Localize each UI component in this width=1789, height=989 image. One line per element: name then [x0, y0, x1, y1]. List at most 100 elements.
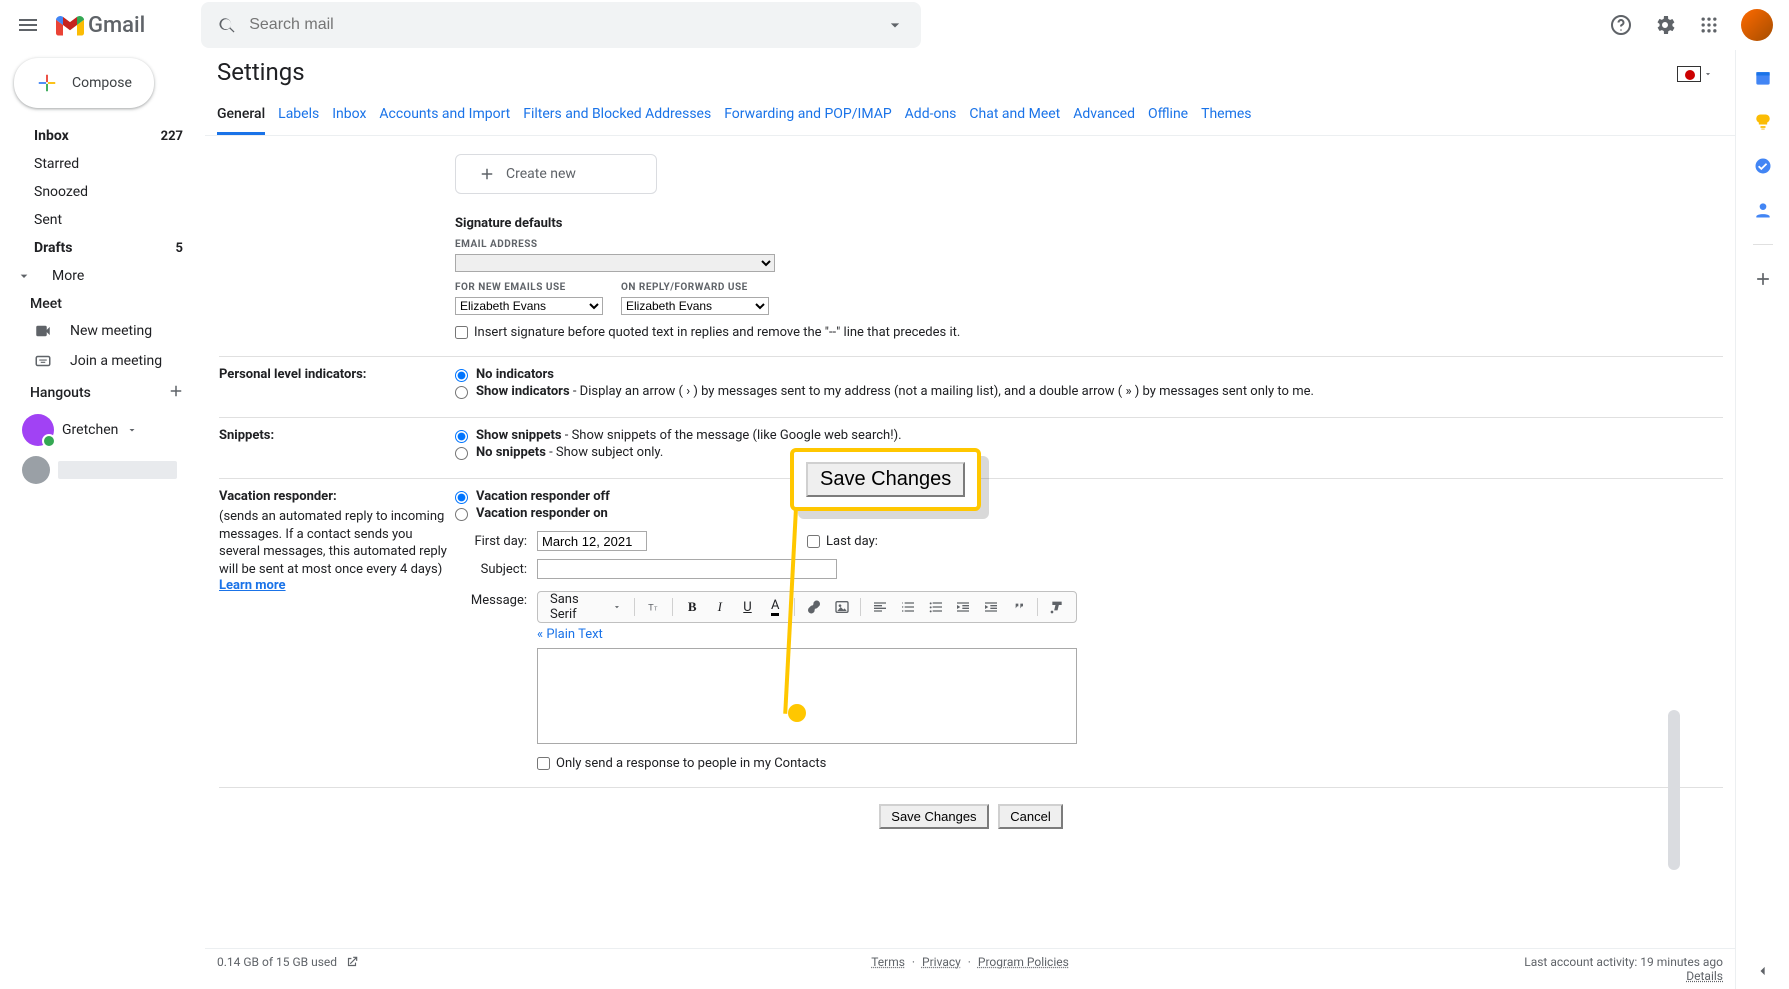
only-contacts-checkbox[interactable] [537, 757, 550, 770]
search-input[interactable] [249, 16, 873, 34]
open-in-new-icon[interactable] [345, 955, 359, 969]
text-color-icon[interactable]: A [762, 594, 788, 620]
folder-label: Drafts [34, 240, 72, 256]
tab-addons[interactable]: Add-ons [905, 98, 957, 135]
hangouts-username: Gretchen [62, 422, 118, 438]
hangouts-contact[interactable] [8, 452, 205, 488]
section-label: Hangouts [30, 385, 91, 401]
search-options-icon[interactable] [885, 15, 905, 35]
avatar-icon [22, 414, 54, 446]
calendar-icon[interactable] [1753, 68, 1773, 88]
settings-footer: 0.14 GB of 15 GB used Terms · Privacy · … [205, 948, 1735, 989]
align-icon[interactable] [867, 594, 893, 620]
sidebar-item-sent[interactable]: Sent [8, 206, 205, 234]
privacy-link[interactable]: Privacy [922, 955, 961, 969]
underline-icon[interactable]: U [735, 594, 761, 620]
last-day-checkbox[interactable] [807, 535, 820, 548]
reply-forward-select[interactable]: Elizabeth Evans [621, 297, 769, 315]
vacation-off-radio[interactable] [455, 491, 468, 504]
search-bar[interactable] [201, 2, 921, 48]
account-avatar[interactable] [1741, 9, 1773, 41]
snippets-no-radio[interactable] [455, 447, 468, 460]
folder-label: More [52, 268, 84, 284]
support-icon[interactable] [1609, 13, 1633, 37]
email-address-select[interactable] [455, 254, 775, 272]
link-icon[interactable] [801, 594, 827, 620]
section-label: Meet [30, 296, 62, 312]
bold-icon[interactable]: B [679, 594, 705, 620]
settings-scroll[interactable]: Create new Signature defaults EMAIL ADDR… [205, 136, 1735, 948]
tab-chat[interactable]: Chat and Meet [969, 98, 1060, 135]
gear-icon[interactable] [1653, 13, 1677, 37]
remove-formatting-icon[interactable] [1044, 594, 1070, 620]
indent-more-icon[interactable] [978, 594, 1004, 620]
radio-label: Vacation responder off [476, 489, 610, 504]
scrollbar[interactable] [1668, 510, 1680, 910]
vacation-message-body[interactable] [537, 648, 1077, 744]
gmail-logo[interactable]: Gmail [56, 13, 145, 38]
tab-inbox[interactable]: Inbox [332, 98, 366, 135]
settings-tabs: General Labels Inbox Accounts and Import… [205, 98, 1735, 136]
first-day-input[interactable] [537, 531, 647, 551]
font-size-icon[interactable]: TT [641, 594, 667, 620]
input-method-icon[interactable] [1673, 62, 1717, 86]
terms-link[interactable]: Terms [871, 955, 905, 969]
sidebar-item-join-meeting[interactable]: Join a meeting [8, 346, 205, 376]
sidebar-item-drafts[interactable]: Drafts 5 [8, 234, 205, 262]
hamburger-icon[interactable] [16, 13, 40, 37]
contacts-icon[interactable] [1753, 200, 1773, 220]
insert-before-quoted-checkbox[interactable] [455, 326, 468, 339]
signature-defaults-title: Signature defaults [455, 216, 1723, 231]
learn-more-link[interactable]: Learn more [219, 578, 286, 593]
indicators-none-radio[interactable] [455, 369, 468, 382]
keep-icon[interactable] [1753, 112, 1773, 132]
compose-button[interactable]: Compose [14, 58, 154, 108]
tab-advanced[interactable]: Advanced [1073, 98, 1135, 135]
apps-icon[interactable] [1697, 13, 1721, 37]
indicators-show-radio[interactable] [455, 386, 468, 399]
save-changes-button[interactable]: Save Changes [879, 804, 988, 829]
font-select[interactable]: Sans Serif [544, 592, 628, 622]
sidebar-item-inbox[interactable]: Inbox 227 [8, 122, 205, 150]
new-emails-select[interactable]: Elizabeth Evans [455, 297, 603, 315]
compose-label: Compose [72, 75, 132, 91]
image-icon[interactable] [829, 594, 855, 620]
tab-labels[interactable]: Labels [278, 98, 319, 135]
bullet-list-icon[interactable] [923, 594, 949, 620]
plus-icon [478, 165, 496, 183]
email-address-label: EMAIL ADDRESS [455, 239, 1723, 250]
get-addons-icon[interactable] [1753, 269, 1773, 289]
tab-accounts[interactable]: Accounts and Import [379, 98, 510, 135]
vacation-on-radio[interactable] [455, 508, 468, 521]
policies-link[interactable]: Program Policies [978, 955, 1069, 969]
separator [1037, 598, 1038, 616]
snippets-show-radio[interactable] [455, 430, 468, 443]
hangouts-add-icon[interactable] [167, 382, 185, 404]
tab-offline[interactable]: Offline [1148, 98, 1188, 135]
tasks-icon[interactable] [1753, 156, 1773, 176]
sidebar-item-new-meeting[interactable]: New meeting [8, 316, 205, 346]
sidebar-item-starred[interactable]: Starred [8, 150, 205, 178]
tab-forwarding[interactable]: Forwarding and POP/IMAP [724, 98, 891, 135]
tab-general[interactable]: General [217, 98, 265, 135]
chevron-down-icon[interactable] [126, 424, 138, 436]
tab-filters[interactable]: Filters and Blocked Addresses [523, 98, 711, 135]
folder-label: Starred [34, 156, 79, 172]
inbox-count: 227 [161, 129, 183, 144]
plain-text-link[interactable]: « Plain Text [537, 627, 603, 642]
cancel-button[interactable]: Cancel [998, 804, 1062, 829]
create-new-signature-button[interactable]: Create new [455, 154, 657, 194]
tab-themes[interactable]: Themes [1201, 98, 1251, 135]
scrollbar-thumb[interactable] [1668, 710, 1680, 870]
hangouts-self[interactable]: Gretchen [8, 408, 205, 452]
numbered-list-icon[interactable] [895, 594, 921, 620]
sidebar-item-more[interactable]: More [8, 262, 205, 290]
sidebar-item-snoozed[interactable]: Snoozed [8, 178, 205, 206]
sidebar: Compose Inbox 227 Starred Snoozed Sent D… [0, 50, 205, 989]
quote-icon[interactable] [1006, 594, 1032, 620]
italic-icon[interactable]: I [707, 594, 733, 620]
collapse-panel-icon[interactable] [1753, 961, 1773, 981]
details-link[interactable]: Details [1686, 969, 1723, 983]
compose-plus-icon [36, 72, 58, 94]
indent-less-icon[interactable] [950, 594, 976, 620]
